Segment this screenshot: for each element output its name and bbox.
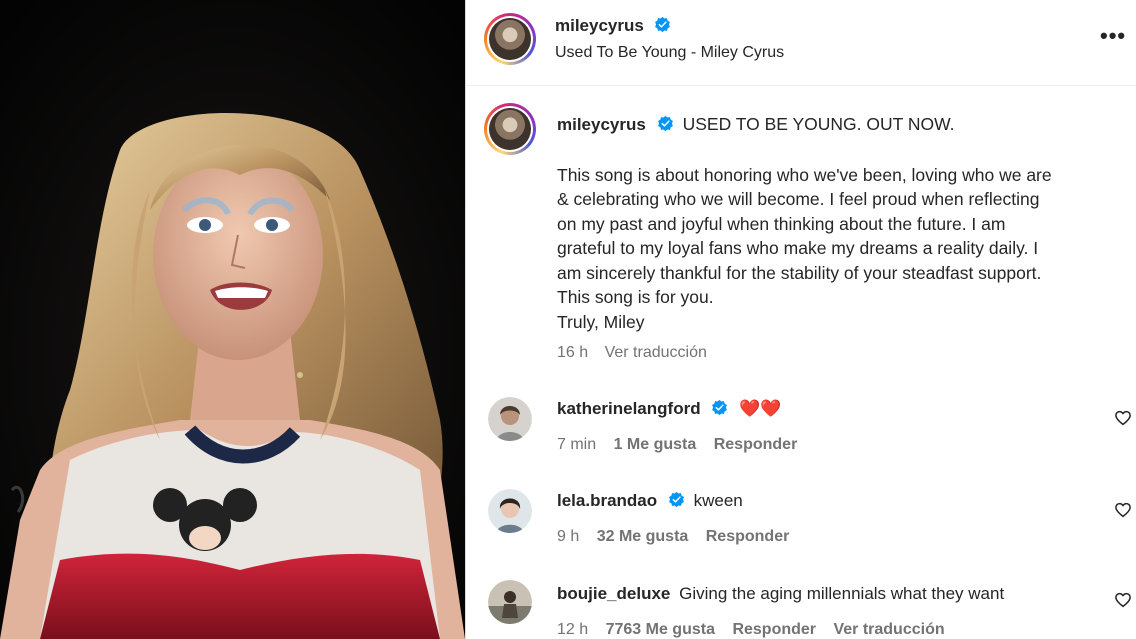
caption-line: This song is for you. xyxy=(557,287,714,307)
comment-username[interactable]: lela.brandao xyxy=(557,491,657,510)
comment-avatar[interactable] xyxy=(488,397,532,441)
heart-outline-icon[interactable] xyxy=(1114,591,1132,609)
caption-author-avatar[interactable] xyxy=(484,103,536,155)
caption-line: am sincerely thankful for the stability … xyxy=(557,262,1042,283)
more-options-icon[interactable]: ••• xyxy=(1100,25,1126,50)
comment-text: ❤️❤️ xyxy=(739,399,782,418)
author-name-row: mileycyrus xyxy=(555,16,671,36)
comment-translate-link[interactable]: Ver traducción xyxy=(833,621,944,638)
caption-line: grateful to my loyal fans who make my dr… xyxy=(557,238,1039,258)
caption-body: This song is about honoring who we've be… xyxy=(557,163,1127,335)
comment-reply-button[interactable]: Responder xyxy=(706,528,790,545)
comment-meta: 9 h 32 Me gusta Responder xyxy=(557,528,789,546)
comment-avatar[interactable] xyxy=(488,580,532,624)
verified-badge-icon xyxy=(712,399,728,416)
caption-timestamp[interactable]: 16 h xyxy=(557,344,588,361)
caption-line: & celebrating who we will become. I feel… xyxy=(557,189,1040,209)
comment-username[interactable]: katherinelangford xyxy=(557,399,701,418)
caption-line: Truly, Miley xyxy=(557,311,645,332)
verified-badge-icon xyxy=(657,115,673,132)
post-detail-panel: mileycyrus Used To Be Young - Miley Cyru… xyxy=(465,0,1136,639)
comment-likes-count[interactable]: 32 Me gusta xyxy=(597,528,689,545)
comment-item: lela.brandao kween 9 h 32 Me gusta Respo… xyxy=(466,487,1136,567)
verified-badge-icon xyxy=(655,16,671,33)
comment-reply-button[interactable]: Responder xyxy=(732,621,816,638)
comment-text: kween xyxy=(693,491,743,510)
comment-meta: 7 min 1 Me gusta Responder xyxy=(557,436,797,454)
heart-outline-icon[interactable] xyxy=(1114,409,1132,427)
audio-track-link[interactable]: Used To Be Young - Miley Cyrus xyxy=(555,44,784,62)
author-username[interactable]: mileycyrus xyxy=(555,16,644,35)
comment-timestamp[interactable]: 9 h xyxy=(557,528,579,545)
video-frame-illustration xyxy=(0,0,465,639)
heart-outline-icon[interactable] xyxy=(1114,501,1132,519)
comment-timestamp[interactable]: 12 h xyxy=(557,621,588,638)
caption-username[interactable]: mileycyrus xyxy=(557,115,646,134)
caption-translate-link[interactable]: Ver traducción xyxy=(605,344,707,361)
comment-likes-count[interactable]: 7763 Me gusta xyxy=(606,621,715,638)
comment-avatar[interactable] xyxy=(488,489,532,533)
caption-meta: 16 h Ver traducción xyxy=(557,344,1127,362)
caption-headline: USED TO BE YOUNG. OUT NOW. xyxy=(682,114,955,134)
comment-username[interactable]: boujie_deluxe xyxy=(557,584,670,603)
comment-meta: 12 h 7763 Me gusta Responder Ver traducc… xyxy=(557,621,945,639)
comment-text: Giving the aging millennials what they w… xyxy=(679,584,1005,603)
comment-likes-count[interactable]: 1 Me gusta xyxy=(614,436,697,453)
post-media-video[interactable] xyxy=(0,0,465,639)
caption-line: This song is about honoring who we've be… xyxy=(557,164,1052,185)
comment-item: boujie_deluxe Giving the aging millennia… xyxy=(466,579,1136,639)
comment-item: katherinelangford ❤️❤️ 7 min 1 Me gusta … xyxy=(466,395,1136,475)
post-header: mileycyrus Used To Be Young - Miley Cyru… xyxy=(466,0,1136,86)
comment-timestamp[interactable]: 7 min xyxy=(557,436,596,453)
verified-badge-icon xyxy=(668,491,684,508)
author-avatar[interactable] xyxy=(484,13,536,65)
comment-reply-button[interactable]: Responder xyxy=(714,436,798,453)
caption-line: on my past and joyful when thinking abou… xyxy=(557,213,1006,234)
